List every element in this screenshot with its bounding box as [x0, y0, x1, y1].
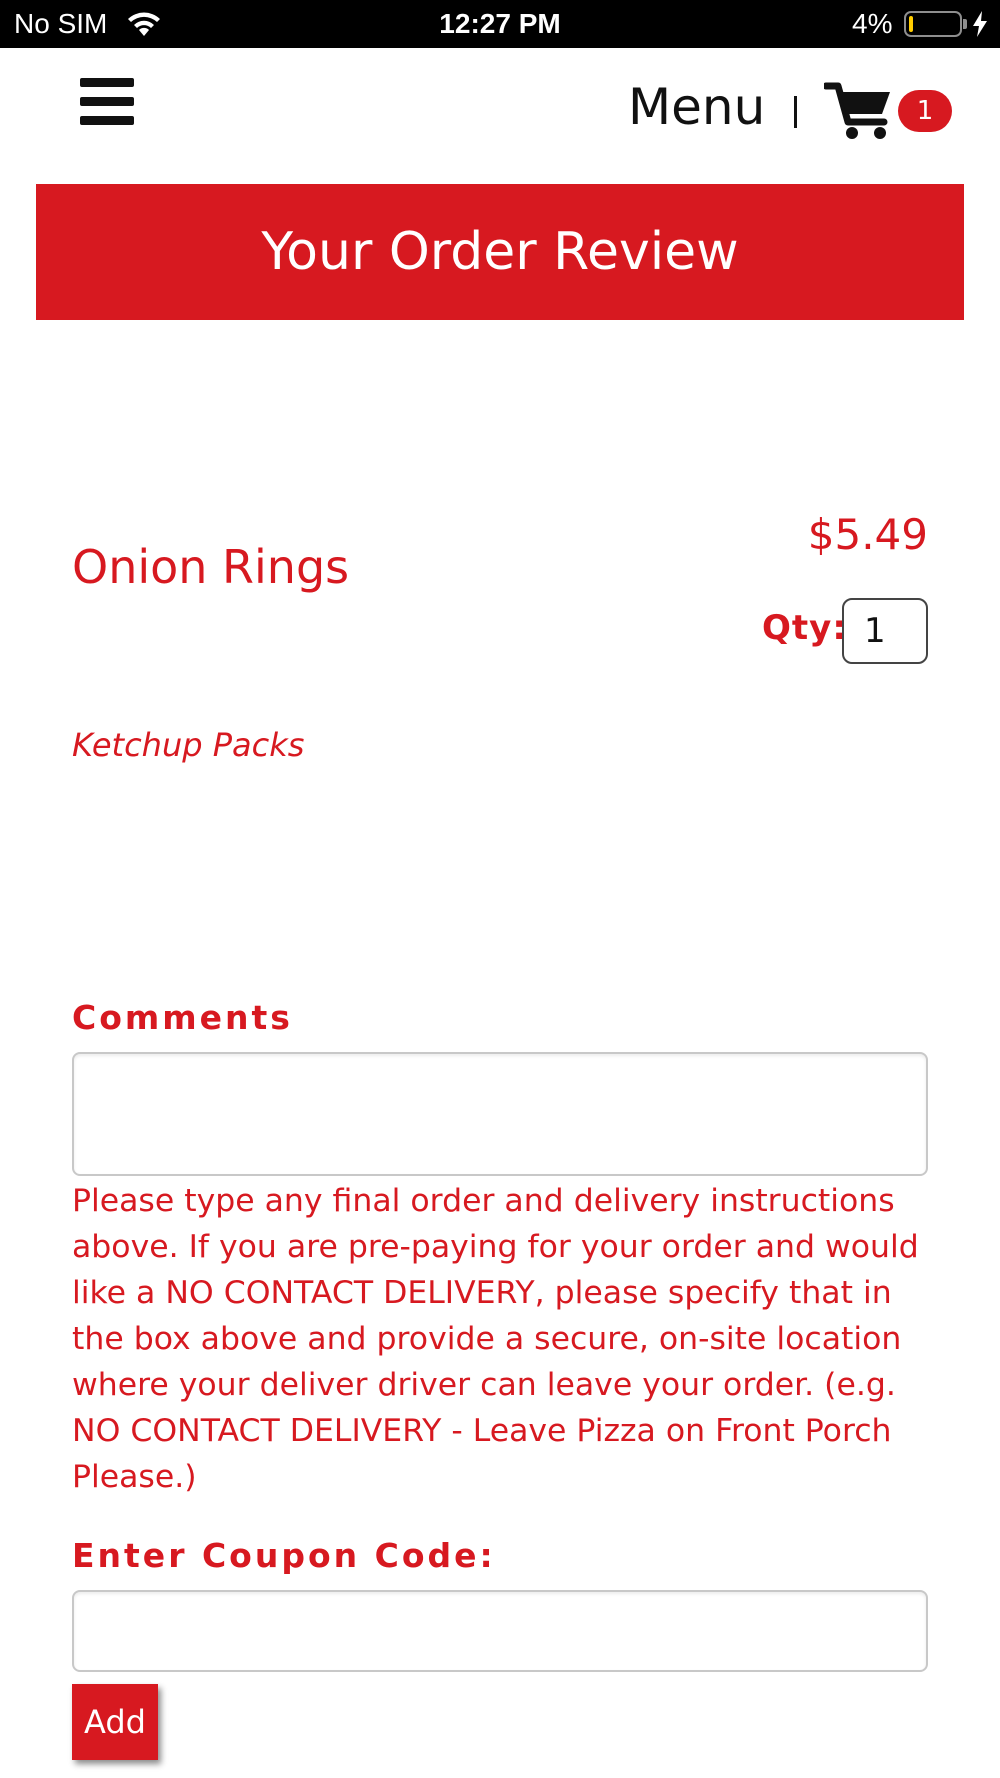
battery-tip	[963, 19, 967, 29]
order-item-name: Onion Rings	[72, 540, 350, 594]
add-coupon-button[interactable]: Add	[72, 1684, 158, 1760]
cart-count-badge[interactable]: 1	[898, 90, 952, 132]
coupon-label: Enter Coupon Code:	[72, 1536, 496, 1575]
order-item-price: $5.49	[807, 510, 928, 559]
qty-label: Qty:	[762, 608, 847, 648]
header-divider	[794, 96, 797, 128]
battery-percent: 4%	[852, 8, 893, 39]
status-bar: No SIM 12:27 PM 4%	[0, 0, 1000, 48]
coupon-code-input[interactable]	[72, 1590, 928, 1672]
hamburger-icon[interactable]	[80, 78, 134, 126]
page-title: Your Order Review	[36, 184, 964, 320]
delivery-instructions-text: Please type any final order and delivery…	[72, 1183, 919, 1495]
order-item-option: Ketchup Packs	[72, 726, 305, 764]
qty-input[interactable]	[842, 598, 928, 664]
comments-label: Comments	[72, 998, 293, 1037]
battery-icon	[904, 11, 962, 37]
menu-link[interactable]: Menu	[628, 78, 765, 136]
comments-textarea[interactable]	[72, 1052, 928, 1176]
clock: 12:27 PM	[439, 8, 561, 39]
charging-bolt-icon	[973, 11, 987, 37]
cart-icon[interactable]	[824, 80, 894, 142]
